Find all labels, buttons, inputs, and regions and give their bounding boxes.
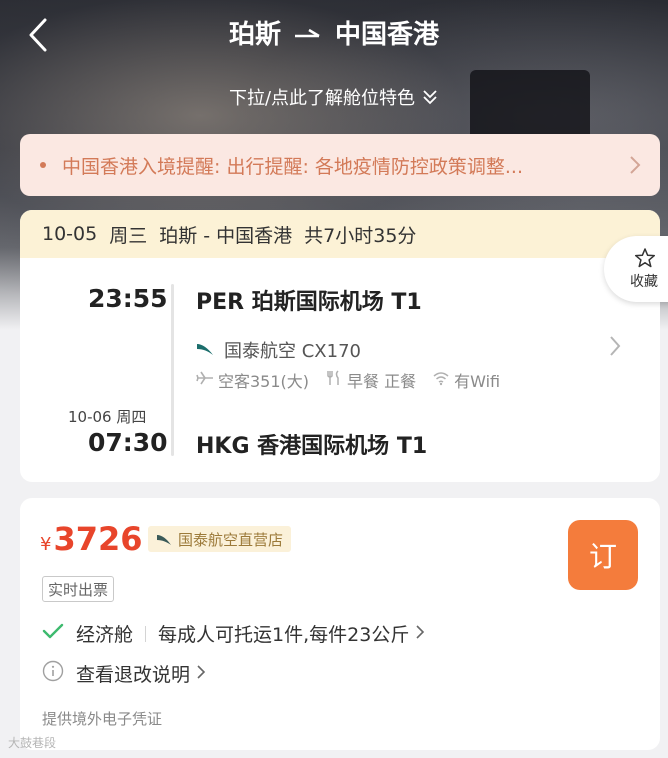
divider: [145, 625, 147, 642]
notice-text: 中国香港入境提醒: 出行提醒: 各地疫情防控政策调整...: [62, 155, 524, 178]
flight-summary-bar: 10-05 周三 珀斯 - 中国香港 共7小时35分: [20, 210, 660, 258]
wifi-info: 有Wifi: [432, 368, 500, 392]
fare-card: ¥ 3726 国泰航空直营店 订 实时出票 经济舱 每成人可托运1件,每件23公…: [20, 498, 660, 750]
cabin-class: 经济舱: [76, 624, 134, 646]
airline-logo-icon: [157, 535, 171, 545]
book-button[interactable]: 订: [568, 520, 638, 590]
chevron-right-icon: [608, 334, 622, 362]
destination-city: 中国香港: [335, 19, 440, 50]
airline-row: 国泰航空 CX170: [196, 337, 361, 363]
meal-text: 早餐 正餐: [347, 372, 417, 391]
pull-hint-text: 下拉/点此了解舱位特色: [228, 88, 416, 109]
double-chevron-down-icon: [423, 90, 437, 105]
wifi-icon: [432, 370, 450, 390]
instant-ticket-tag: 实时出票: [42, 576, 115, 602]
arrow-right-icon: [295, 17, 321, 47]
flight-weekday: 周三: [109, 224, 148, 247]
departure-airport: PER 珀斯国际机场 T1: [196, 290, 422, 315]
flight-card[interactable]: 10-05 周三 珀斯 - 中国香港 共7小时35分 23:55 10-06 周…: [20, 210, 660, 482]
chevron-right-icon: [409, 623, 425, 645]
check-icon: [42, 622, 64, 645]
bullet-dot: [40, 162, 46, 168]
watermark: 大鼓巷段: [8, 734, 56, 751]
fare-price: ¥ 3726: [40, 520, 143, 558]
store-badge: 国泰航空直营店: [148, 526, 292, 552]
refund-policy-link[interactable]: 查看退改说明: [42, 660, 206, 687]
baggage-allowance: 每成人可托运1件,每件23公斤: [158, 624, 410, 646]
flight-duration: 共7小时35分: [304, 224, 417, 247]
meal-info: 早餐 正餐: [325, 368, 416, 392]
aircraft-type: 空客351(大): [218, 372, 310, 391]
favorite-label: 收藏: [630, 274, 658, 290]
airline-flight-number: 国泰航空 CX170: [224, 341, 361, 362]
arrival-date: 10-06 周四: [68, 408, 147, 426]
origin-city: 珀斯: [228, 19, 281, 50]
fork-knife-icon: [325, 370, 343, 390]
flight-details-row: 空客351(大) 早餐 正餐 有Wifi: [196, 368, 510, 392]
departure-time: 23:55: [88, 284, 168, 313]
entry-notice-banner[interactable]: 中国香港入境提醒: 出行提醒: 各地疫情防控政策调整...: [20, 134, 660, 196]
price-amount: 3726: [53, 520, 143, 558]
info-icon: [42, 660, 64, 687]
aircraft-info: 空客351(大): [196, 368, 309, 392]
flight-route: 珀斯 - 中国香港: [159, 224, 293, 247]
star-icon: [634, 248, 656, 268]
flight-timeline: [171, 284, 174, 456]
chevron-right-icon: [190, 663, 206, 685]
currency-symbol: ¥: [40, 534, 52, 555]
wifi-text: 有Wifi: [454, 372, 501, 391]
arrival-airport: HKG 香港国际机场 T1: [196, 434, 428, 459]
store-name: 国泰航空直营店: [178, 530, 284, 549]
flight-date: 10-05: [42, 223, 98, 245]
cabin-features-link[interactable]: 下拉/点此了解舱位特色: [0, 84, 668, 110]
plane-icon: [196, 370, 214, 390]
chevron-right-icon: [630, 156, 641, 174]
refund-policy-label: 查看退改说明: [76, 664, 191, 686]
arrival-time: 07:30: [88, 428, 168, 457]
route-title: 珀斯 中国香港: [0, 14, 668, 50]
cabin-baggage-row[interactable]: 经济舱 每成人可托运1件,每件23公斤: [42, 620, 425, 647]
voucher-note: 提供境外电子凭证: [42, 710, 163, 728]
watermark-text: 大鼓巷段: [8, 736, 57, 750]
airline-logo-icon: [196, 340, 214, 361]
favorite-button[interactable]: 收藏: [604, 236, 668, 302]
